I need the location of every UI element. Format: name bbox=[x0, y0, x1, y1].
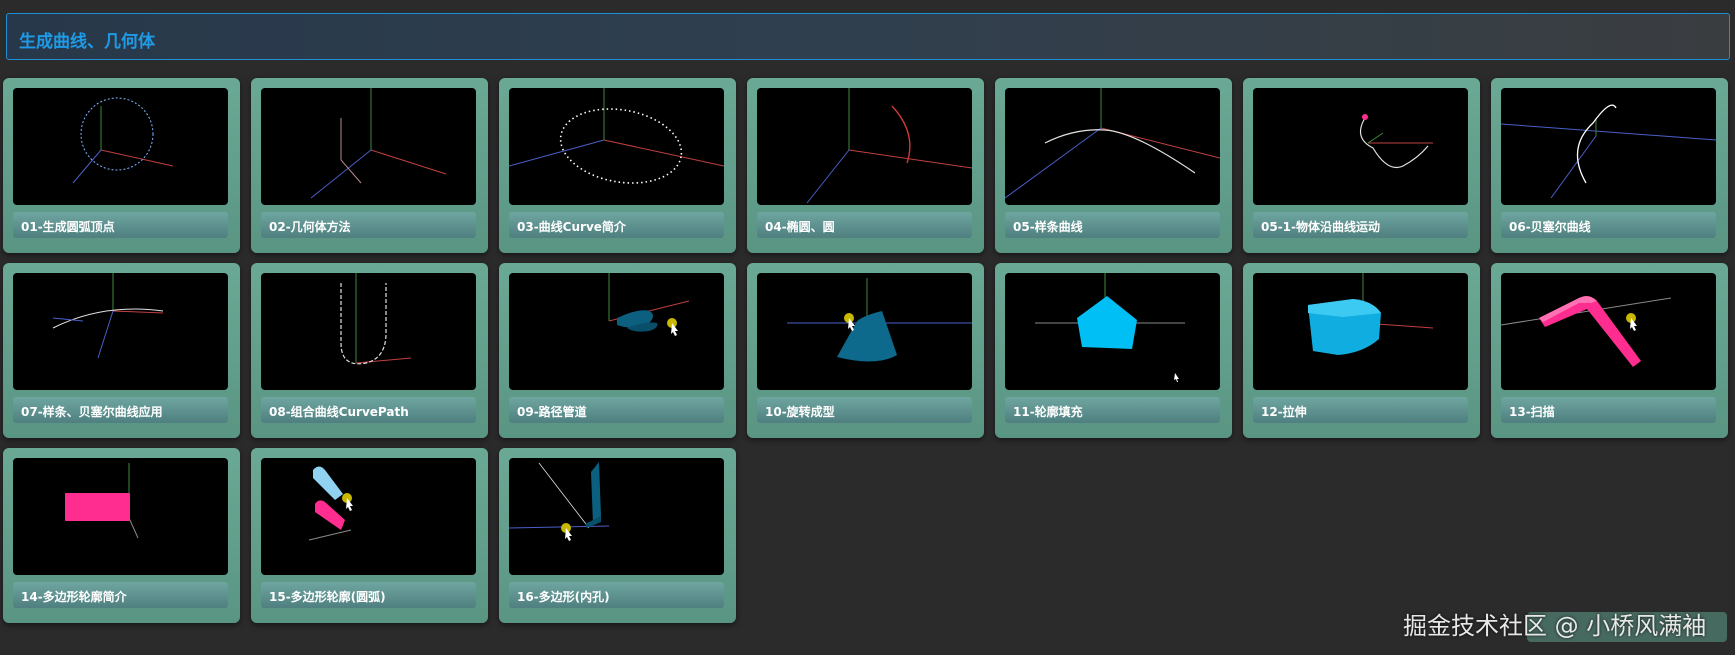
example-title: 07-样条、贝塞尔曲线应用 bbox=[13, 397, 228, 423]
example-title: 10-旋转成型 bbox=[757, 397, 972, 423]
example-card[interactable]: 06-贝塞尔曲线 bbox=[1491, 78, 1728, 253]
page-title: 生成曲线、几何体 bbox=[19, 32, 155, 52]
example-title: 12-拉伸 bbox=[1253, 397, 1468, 423]
example-title: 11-轮廓填充 bbox=[1005, 397, 1220, 423]
example-title: 08-组合曲线CurvePath bbox=[261, 397, 476, 423]
example-card[interactable]: 08-组合曲线CurvePath bbox=[251, 263, 488, 438]
example-thumbnail bbox=[1005, 273, 1220, 390]
example-thumbnail bbox=[13, 273, 228, 390]
example-thumbnail bbox=[1501, 88, 1716, 205]
example-thumbnail bbox=[1253, 273, 1468, 390]
example-thumbnail bbox=[261, 458, 476, 575]
example-card[interactable]: 15-多边形轮廓(圆弧) bbox=[251, 448, 488, 623]
example-thumbnail bbox=[261, 273, 476, 390]
example-card[interactable]: 01-生成圆弧顶点 bbox=[3, 78, 240, 253]
example-thumbnail bbox=[757, 88, 972, 205]
example-card[interactable]: 13-扫描 bbox=[1491, 263, 1728, 438]
example-thumbnail bbox=[1253, 88, 1468, 205]
example-title: 16-多边形(内孔) bbox=[509, 582, 724, 608]
example-card[interactable]: 16-多边形(内孔) bbox=[499, 448, 736, 623]
example-thumbnail bbox=[509, 273, 724, 390]
example-thumbnail bbox=[509, 88, 724, 205]
example-title: 13-扫描 bbox=[1501, 397, 1716, 423]
example-thumbnail bbox=[261, 88, 476, 205]
example-card[interactable]: 05-样条曲线 bbox=[995, 78, 1232, 253]
example-card[interactable]: 05-1-物体沿曲线运动 bbox=[1243, 78, 1480, 253]
example-card[interactable]: 09-路径管道 bbox=[499, 263, 736, 438]
example-thumbnail bbox=[1005, 88, 1220, 205]
example-title: 14-多边形轮廓简介 bbox=[13, 582, 228, 608]
example-title: 01-生成圆弧顶点 bbox=[13, 212, 228, 238]
example-thumbnail bbox=[1501, 273, 1716, 390]
example-card[interactable]: 02-几何体方法 bbox=[251, 78, 488, 253]
example-thumbnail bbox=[757, 273, 972, 390]
example-card[interactable]: 04-椭圆、圆 bbox=[747, 78, 984, 253]
example-card[interactable]: 12-拉伸 bbox=[1243, 263, 1480, 438]
example-thumbnail bbox=[13, 88, 228, 205]
example-card[interactable]: 03-曲线Curve简介 bbox=[499, 78, 736, 253]
example-title: 03-曲线Curve简介 bbox=[509, 212, 724, 238]
example-title: 02-几何体方法 bbox=[261, 212, 476, 238]
example-card[interactable]: 14-多边形轮廓简介 bbox=[3, 448, 240, 623]
example-thumbnail bbox=[509, 458, 724, 575]
watermark: 掘金技术社区 @ 小桥风满袖 bbox=[1403, 612, 1707, 640]
example-title: 06-贝塞尔曲线 bbox=[1501, 212, 1716, 238]
example-title: 05-样条曲线 bbox=[1005, 212, 1220, 238]
example-card[interactable]: 07-样条、贝塞尔曲线应用 bbox=[3, 263, 240, 438]
example-title: 04-椭圆、圆 bbox=[757, 212, 972, 238]
example-title: 15-多边形轮廓(圆弧) bbox=[261, 582, 476, 608]
example-title: 05-1-物体沿曲线运动 bbox=[1253, 212, 1468, 238]
example-title: 09-路径管道 bbox=[509, 397, 724, 423]
example-card[interactable]: 10-旋转成型 bbox=[747, 263, 984, 438]
example-card[interactable]: 11-轮廓填充 bbox=[995, 263, 1232, 438]
example-thumbnail bbox=[13, 458, 228, 575]
page-header: 生成曲线、几何体 bbox=[6, 13, 1730, 60]
example-grid: 01-生成圆弧顶点 02-几何体方法 03-曲线Curve简介 04-椭圆、圆 … bbox=[3, 78, 1728, 623]
